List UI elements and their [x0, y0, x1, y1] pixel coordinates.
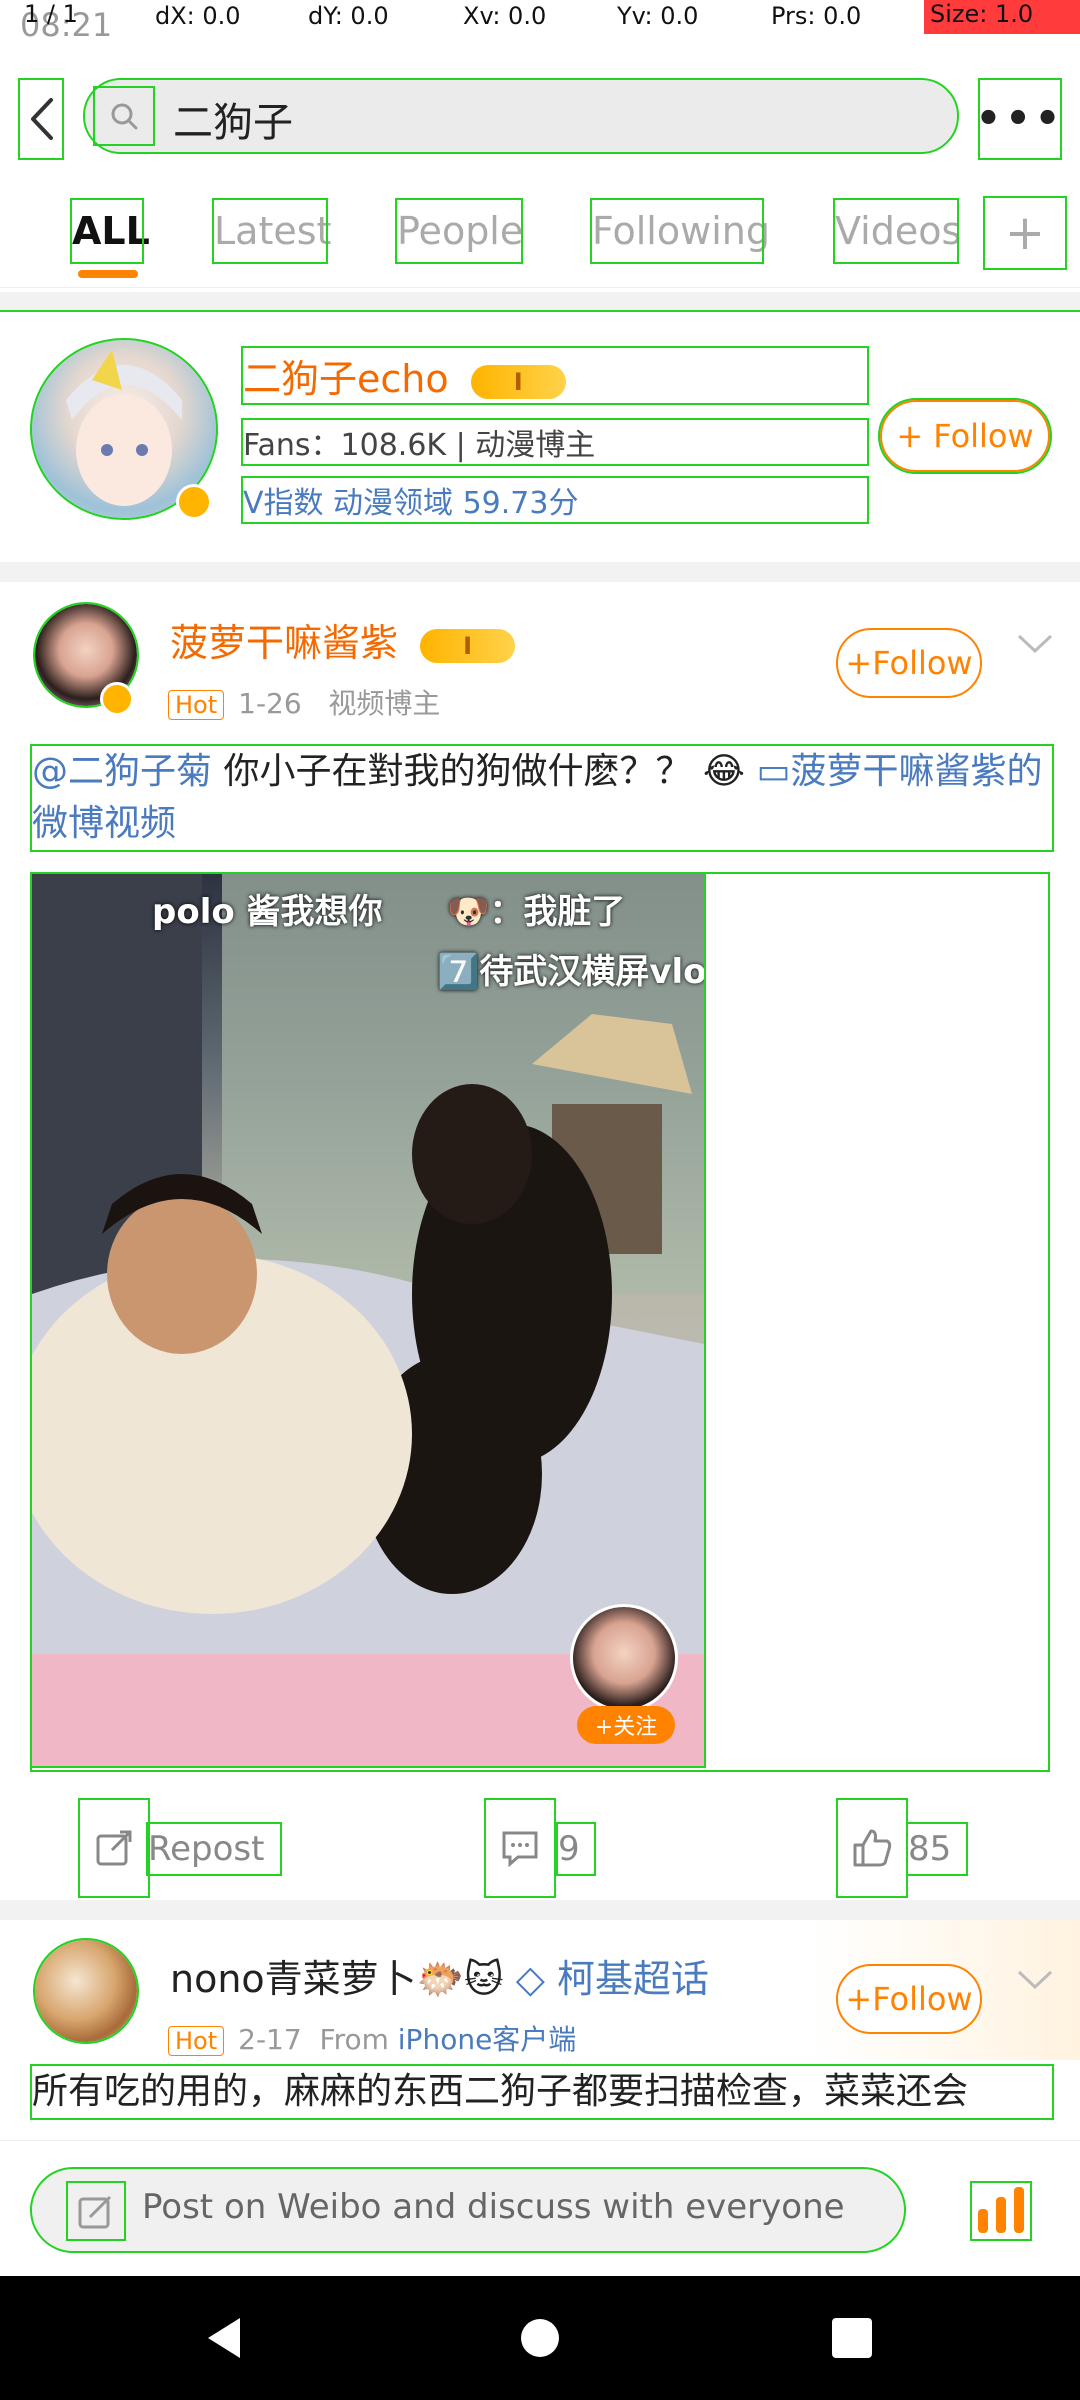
- author-emojis: 🐡🐱: [416, 1957, 504, 2001]
- post-from: From: [319, 2023, 389, 2056]
- post-menu-button[interactable]: [1010, 1960, 1060, 2000]
- post-meta: Hot 2-17 From iPhone客户端: [168, 2018, 576, 2058]
- comment-icon: [502, 1831, 538, 1867]
- yv-readout: Yv: 0.0: [617, 2, 699, 30]
- author-tag: 视频博主: [328, 687, 441, 720]
- video-follow-button[interactable]: +关注: [577, 1706, 675, 1744]
- bottom-compose-bar: Post on Weibo and discuss with everyone: [0, 2140, 1080, 2276]
- thumbs-up-icon: [853, 1829, 892, 1867]
- post-header: nono青菜萝卜🐡🐱 ◇ 柯基超话 Hot 2-17 From iPhone客户端…: [0, 1920, 1080, 2060]
- vip-badge-icon: I: [470, 364, 566, 399]
- author-name: 菠萝干嘛酱紫: [170, 621, 399, 665]
- active-tab-indicator: [78, 270, 138, 278]
- video-icon: ▭: [756, 751, 791, 792]
- post-action-bar: Repost 9 85: [0, 1798, 1080, 1898]
- like-count[interactable]: 85: [906, 1822, 968, 1876]
- verified-badge-icon: [176, 484, 212, 520]
- comment-count[interactable]: 9: [556, 1822, 596, 1876]
- bar-chart-icon: [978, 2187, 1024, 2233]
- pointer-count: 1 / 1: [24, 0, 78, 28]
- search-tabs: ALL Latest People Following Videos +: [0, 178, 1080, 288]
- search-icon[interactable]: [93, 86, 155, 146]
- post-text[interactable]: 所有吃的用的，麻麻的东西二狗子都要扫描检查，菜菜还会: [30, 2064, 1054, 2120]
- edit-icon[interactable]: [66, 2181, 126, 2241]
- repost-label[interactable]: Repost: [146, 1822, 282, 1876]
- hot-rank-button[interactable]: [970, 2181, 1032, 2241]
- compose-placeholder: Post on Weibo and discuss with everyone: [142, 2187, 845, 2227]
- post-date: 2-17: [238, 2023, 302, 2056]
- post-header: 菠萝干嘛酱紫 I Hot 1-26 视频博主 +Follow: [0, 584, 1080, 724]
- more-options-button[interactable]: •••: [976, 78, 1062, 160]
- more-dots-icon: •••: [975, 96, 1065, 142]
- vip-badge-icon: I: [420, 628, 516, 663]
- status-bar: 08:21 1 / 1 dX: 0.0 dY: 0.0 Xv: 0.0 Yv: …: [0, 0, 1080, 44]
- post-body-text: 你小子在對我的狗做什麽？？ 😂: [212, 751, 757, 792]
- user-result-card[interactable]: 二狗子echo I Fans：108.6K | 动漫博主 V指数 动漫领域 59…: [0, 310, 1080, 564]
- divider: [0, 562, 1080, 582]
- nav-back-icon[interactable]: [200, 2314, 248, 2362]
- tab-people[interactable]: People: [395, 198, 523, 264]
- super-topic-text: 柯基超话: [557, 1957, 710, 2001]
- follow-button[interactable]: +Follow: [836, 1964, 982, 2034]
- author-name: nono青菜萝卜: [170, 1957, 417, 2001]
- post-menu-button[interactable]: [1010, 624, 1060, 664]
- video-creator-avatar[interactable]: [570, 1604, 678, 1712]
- search-input[interactable]: 二狗子: [83, 78, 959, 154]
- dy-readout: dY: 0.0: [308, 2, 389, 30]
- xv-readout: Xv: 0.0: [463, 2, 547, 30]
- add-tab-button[interactable]: +: [983, 196, 1067, 270]
- video-caption: polo 酱我想你: [152, 892, 383, 932]
- verified-badge-icon: [100, 682, 134, 716]
- divider: [0, 292, 1080, 312]
- pressure-readout: Prs: 0.0: [771, 2, 862, 30]
- video-caption: 7️⃣待武汉横屏vlo: [437, 952, 704, 992]
- post-source: iPhone客户端: [397, 2023, 577, 2056]
- avatar[interactable]: [33, 1938, 139, 2044]
- chevron-down-icon: [1017, 1970, 1053, 1990]
- chevron-down-icon: [1017, 634, 1053, 654]
- search-query[interactable]: 二狗子: [173, 90, 293, 148]
- tab-all[interactable]: ALL: [70, 198, 150, 264]
- repost-icon: [96, 1830, 132, 1866]
- mention-link[interactable]: @二狗子菊: [32, 751, 212, 792]
- nav-home-icon[interactable]: [516, 2314, 564, 2362]
- user-name[interactable]: 二狗子echo I: [241, 346, 869, 405]
- chevron-left-icon: [31, 98, 53, 140]
- follow-button[interactable]: + Follow: [878, 398, 1052, 474]
- post-author[interactable]: 菠萝干嘛酱紫 I: [170, 612, 516, 667]
- nav-recents-icon[interactable]: [828, 2314, 876, 2362]
- user-name-text: 二狗子echo: [243, 357, 449, 401]
- post-meta: Hot 1-26 视频博主: [168, 682, 440, 722]
- divider: [0, 1900, 1080, 1920]
- tab-videos[interactable]: Videos: [833, 198, 961, 264]
- super-topic-link[interactable]: ◇ 柯基超话: [516, 1957, 709, 2001]
- post-author[interactable]: nono青菜萝卜🐡🐱 ◇ 柯基超话: [170, 1948, 709, 2003]
- hot-badge: Hot: [168, 2026, 225, 2056]
- post-text[interactable]: @二狗子菊 你小子在對我的狗做什麽？？ 😂 ▭菠萝干嘛酱紫的微博视频: [30, 744, 1054, 852]
- repost-button[interactable]: [78, 1798, 150, 1898]
- compose-input[interactable]: Post on Weibo and discuss with everyone: [30, 2167, 906, 2253]
- hot-badge: Hot: [168, 690, 225, 720]
- size-readout: Size: 1.0: [924, 0, 1080, 34]
- search-header: 二狗子 •••: [0, 70, 1080, 168]
- video-caption: 🐶：我脏了: [447, 892, 626, 932]
- follow-button[interactable]: +Follow: [836, 628, 982, 698]
- user-index-info: V指数 动漫领域 59.73分: [241, 476, 869, 524]
- back-button[interactable]: [18, 78, 64, 160]
- video-thumbnail[interactable]: polo 酱我想你 🐶：我脏了 7️⃣待武汉横屏vlo +关注: [30, 872, 706, 1768]
- user-fans-info: Fans：108.6K | 动漫博主: [241, 418, 869, 466]
- dx-readout: dX: 0.0: [155, 2, 241, 30]
- comment-button[interactable]: [484, 1798, 556, 1898]
- plus-icon: +: [1004, 205, 1046, 261]
- system-nav-bar: [0, 2276, 1080, 2400]
- like-button[interactable]: [836, 1798, 908, 1898]
- tab-latest[interactable]: Latest: [212, 198, 331, 264]
- tab-following[interactable]: Following: [590, 198, 770, 264]
- post-date: 1-26: [238, 687, 302, 720]
